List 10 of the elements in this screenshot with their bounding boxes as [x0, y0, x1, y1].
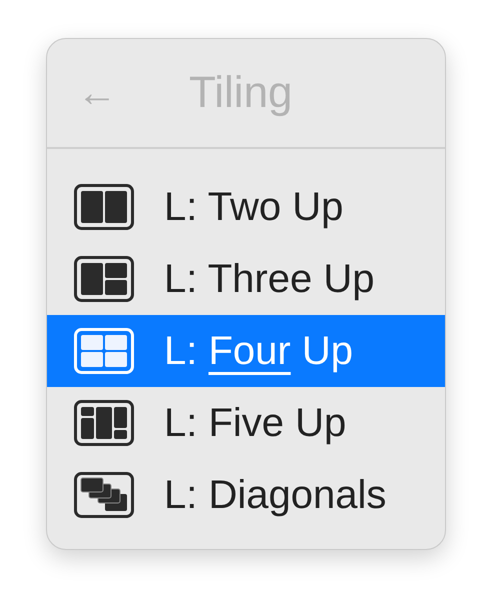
item-label: L: Five Up — [164, 400, 346, 446]
item-label: L: Diagonals — [164, 472, 386, 518]
item-label: L: Four Up — [164, 328, 353, 374]
menu-item[interactable]: L: Four Up — [47, 315, 445, 387]
item-label: L: Two Up — [164, 184, 344, 230]
menu-item[interactable]: L: Three Up — [47, 243, 445, 315]
menu-item[interactable]: L: Two Up — [47, 171, 445, 243]
menu-item[interactable]: L: Five Up — [47, 387, 445, 459]
item-label: L: Three Up — [164, 256, 374, 302]
menu-item[interactable]: L: Diagonals — [47, 459, 445, 531]
